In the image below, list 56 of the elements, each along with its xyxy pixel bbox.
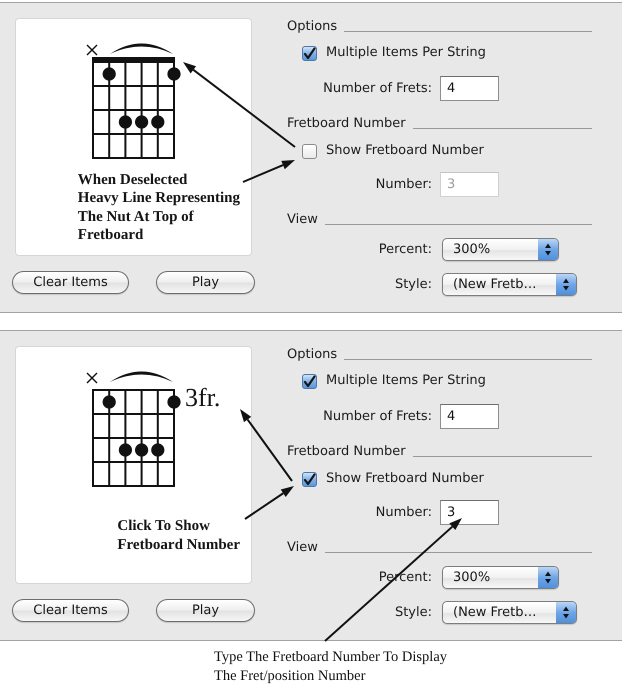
section-title: Fretboard Number: [287, 116, 406, 132]
field-label: Percent:: [378, 240, 432, 258]
finger-dot: [167, 67, 181, 81]
number-field[interactable]: 4: [440, 404, 499, 429]
number-field[interactable]: 4: [440, 76, 499, 101]
section-title: View: [287, 540, 318, 556]
mute-x-icon: [86, 44, 98, 56]
finger-dot: [167, 395, 181, 409]
checkbox-label: Multiple Items Per String: [326, 44, 486, 62]
annotation-arrow: [244, 486, 294, 520]
style-popup[interactable]: (New Fretb…: [442, 273, 577, 296]
field-label: Style:: [394, 276, 432, 294]
caption-text: Type The Fretboard Number To Display The Fret/position Number: [214, 648, 448, 686]
fret-position-label: 3fr.: [185, 385, 220, 411]
field-label: Number of Frets:: [323, 408, 432, 426]
section-title: Options: [287, 347, 338, 363]
style-popup[interactable]: (New Fretb…: [442, 601, 577, 624]
checkbox-label: Show Fretboard Number: [326, 470, 484, 488]
clear-items-button[interactable]: Clear Items: [12, 599, 129, 622]
checkbox[interactable]: [302, 374, 317, 388]
annotation-text: When Deselected Heavy Line Representing The Nut At Top of Fretboard: [78, 170, 240, 244]
finger-dot: [135, 443, 148, 457]
finger-dot: [102, 67, 116, 81]
finger-dot: [102, 395, 116, 409]
finger-dot: [151, 443, 164, 457]
updown-arrows-icon: [556, 274, 576, 295]
updown-arrows-icon: [556, 602, 576, 623]
field-label: Number of Frets:: [323, 80, 432, 98]
checkbox[interactable]: [302, 46, 317, 60]
field-label: Number:: [376, 176, 432, 194]
field-label: Number:: [376, 504, 432, 522]
number-field[interactable]: 3: [440, 500, 499, 525]
finger-dot: [118, 443, 132, 457]
updown-arrows-icon: [538, 239, 558, 260]
play-button[interactable]: Play: [156, 599, 255, 622]
barre-arc: [110, 44, 173, 54]
clear-items-button[interactable]: Clear Items: [12, 271, 129, 294]
finger-dot: [118, 115, 132, 129]
finger-dot: [135, 115, 148, 129]
mute-x-icon: [86, 372, 98, 384]
section-title: Options: [287, 19, 338, 35]
section-title: View: [287, 212, 318, 228]
checkbox-label: Show Fretboard Number: [326, 142, 484, 160]
percent-popup[interactable]: 300%: [442, 238, 559, 261]
section-title: Fretboard Number: [287, 444, 406, 460]
checkbox[interactable]: [302, 472, 317, 486]
annotation-arrow: [242, 160, 295, 183]
play-button[interactable]: Play: [156, 271, 255, 294]
field-label: Style:: [394, 604, 432, 622]
updown-arrows-icon: [538, 567, 558, 588]
checkbox[interactable]: [302, 144, 317, 158]
checkbox-label: Multiple Items Per String: [326, 372, 486, 390]
finger-dot: [151, 115, 164, 129]
barre-arc: [110, 372, 173, 382]
annotation-text: Click To Show Fretboard Number: [117, 517, 240, 554]
percent-popup[interactable]: 300%: [442, 566, 559, 589]
